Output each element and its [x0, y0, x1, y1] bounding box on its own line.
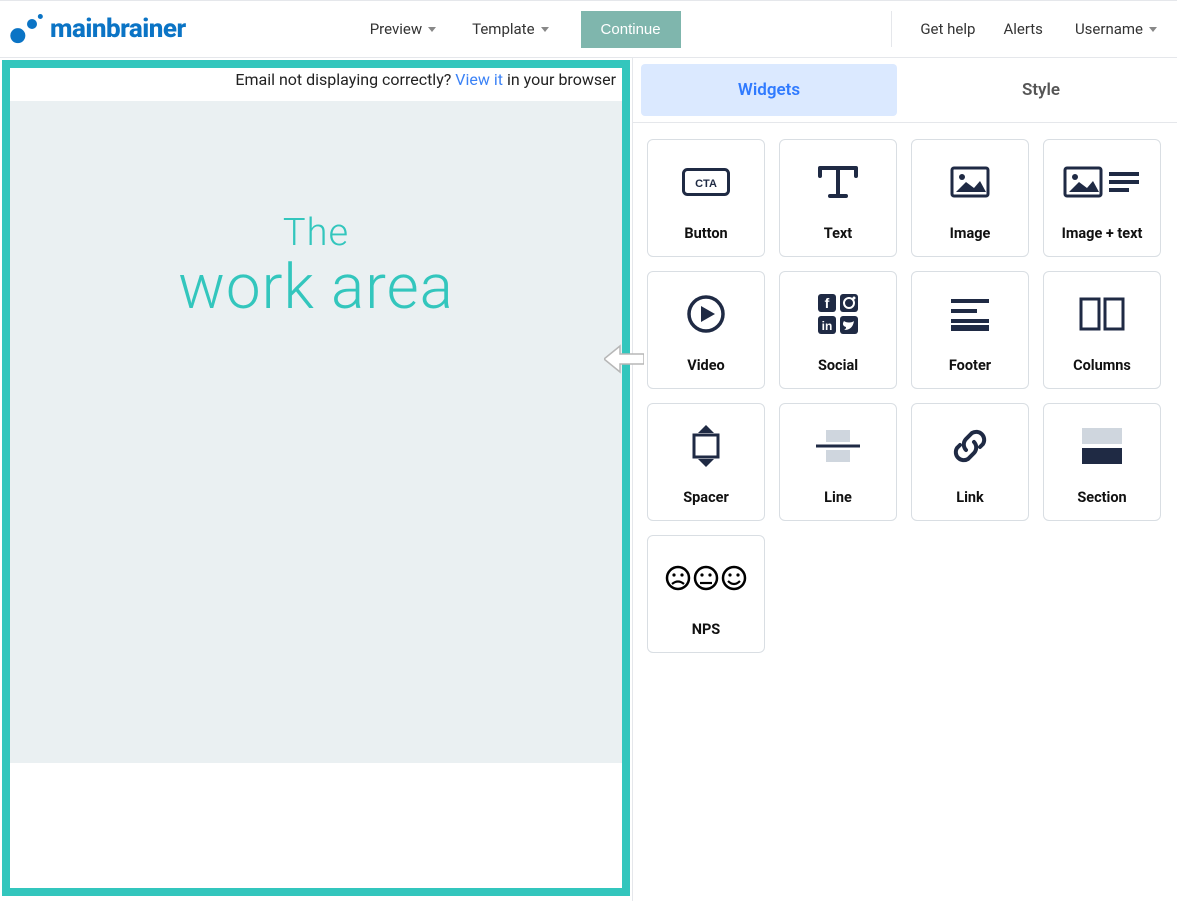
widget-link[interactable]: Link: [911, 403, 1029, 521]
widgets-grid: CTA Button Text Image Image: [633, 123, 1177, 669]
main-area: Email not displaying correctly? View it …: [0, 58, 1177, 901]
widget-label: Social: [818, 357, 858, 374]
svg-text:in: in: [822, 319, 833, 333]
columns-icon: [1078, 282, 1126, 345]
section-icon: [1078, 414, 1126, 477]
text-icon: [816, 150, 860, 213]
continue-button[interactable]: Continue: [581, 11, 681, 48]
work-zone: Email not displaying correctly? View it …: [0, 58, 632, 901]
widget-footer[interactable]: Footer: [911, 271, 1029, 389]
widget-nps[interactable]: NPS: [647, 535, 765, 653]
work-frame: Email not displaying correctly? View it …: [2, 60, 630, 896]
widget-label: Section: [1077, 489, 1126, 506]
panel-tabs: Widgets Style: [633, 58, 1177, 123]
work-title-line2: work area: [178, 255, 454, 320]
widget-text[interactable]: Text: [779, 139, 897, 257]
divider: [891, 11, 892, 47]
line-icon: [814, 414, 862, 477]
top-right-nav: Get help Alerts Username: [891, 11, 1161, 47]
work-title: The work area: [178, 211, 454, 763]
brand-logo[interactable]: mainbrainer: [10, 14, 186, 44]
email-hint-prefix: Email not displaying correctly?: [235, 70, 455, 89]
template-menu[interactable]: Template: [468, 14, 552, 44]
svg-text:f: f: [825, 295, 830, 311]
widget-spacer[interactable]: Spacer: [647, 403, 765, 521]
widget-section[interactable]: Section: [1043, 403, 1161, 521]
side-panel: Widgets Style CTA Button Text Image: [632, 58, 1177, 901]
widget-label: Line: [824, 489, 852, 506]
template-label: Template: [472, 20, 534, 38]
alerts-link[interactable]: Alerts: [1003, 20, 1043, 38]
widget-image-text[interactable]: Image + text: [1043, 139, 1161, 257]
top-bar: mainbrainer Preview Template Continue Ge…: [0, 0, 1177, 58]
widget-image[interactable]: Image: [911, 139, 1029, 257]
link-icon: [950, 414, 990, 477]
widget-label: Text: [824, 225, 852, 242]
nps-icon: [664, 546, 748, 609]
svg-text:CTA: CTA: [695, 178, 717, 190]
footer-icon: [949, 282, 991, 345]
widget-label: Footer: [949, 357, 991, 374]
widget-video[interactable]: Video: [647, 271, 765, 389]
image-icon: [950, 150, 990, 213]
social-icon: f in: [816, 282, 860, 345]
tab-widgets[interactable]: Widgets: [641, 64, 897, 116]
preview-label: Preview: [370, 20, 422, 38]
widget-label: Columns: [1073, 357, 1131, 374]
video-icon: [686, 282, 726, 345]
get-help-link[interactable]: Get help: [920, 20, 975, 38]
work-title-line1: The: [178, 211, 454, 255]
widget-label: Button: [684, 225, 727, 242]
widget-button[interactable]: CTA Button: [647, 139, 765, 257]
widget-label: Spacer: [683, 489, 729, 506]
widget-social[interactable]: f in Social: [779, 271, 897, 389]
spacer-icon: [686, 414, 726, 477]
top-center-nav: Preview Template Continue: [366, 11, 681, 48]
widget-label: Image: [950, 225, 991, 242]
widget-columns[interactable]: Columns: [1043, 271, 1161, 389]
work-canvas[interactable]: The work area: [10, 101, 622, 763]
arrow-left-icon: [604, 344, 644, 374]
widget-label: Video: [687, 357, 725, 374]
view-in-browser-link[interactable]: View it: [455, 70, 503, 89]
logo-icon: [10, 14, 44, 44]
brand-name: mainbrainer: [50, 14, 186, 44]
chevron-down-icon: [541, 27, 549, 32]
email-hint-suffix: in your browser: [503, 70, 616, 89]
cta-button-icon: CTA: [682, 150, 730, 213]
preview-menu[interactable]: Preview: [366, 14, 440, 44]
username-label: Username: [1075, 20, 1143, 38]
chevron-down-icon: [428, 27, 436, 32]
chevron-down-icon: [1149, 27, 1157, 32]
image-text-icon: [1063, 150, 1141, 213]
username-menu[interactable]: Username: [1071, 14, 1161, 44]
email-display-hint: Email not displaying correctly? View it …: [10, 68, 622, 89]
widget-label: Link: [956, 489, 984, 506]
tab-style[interactable]: Style: [913, 64, 1169, 116]
widget-label: Image + text: [1062, 225, 1143, 242]
widget-line[interactable]: Line: [779, 403, 897, 521]
widget-label: NPS: [692, 621, 721, 638]
